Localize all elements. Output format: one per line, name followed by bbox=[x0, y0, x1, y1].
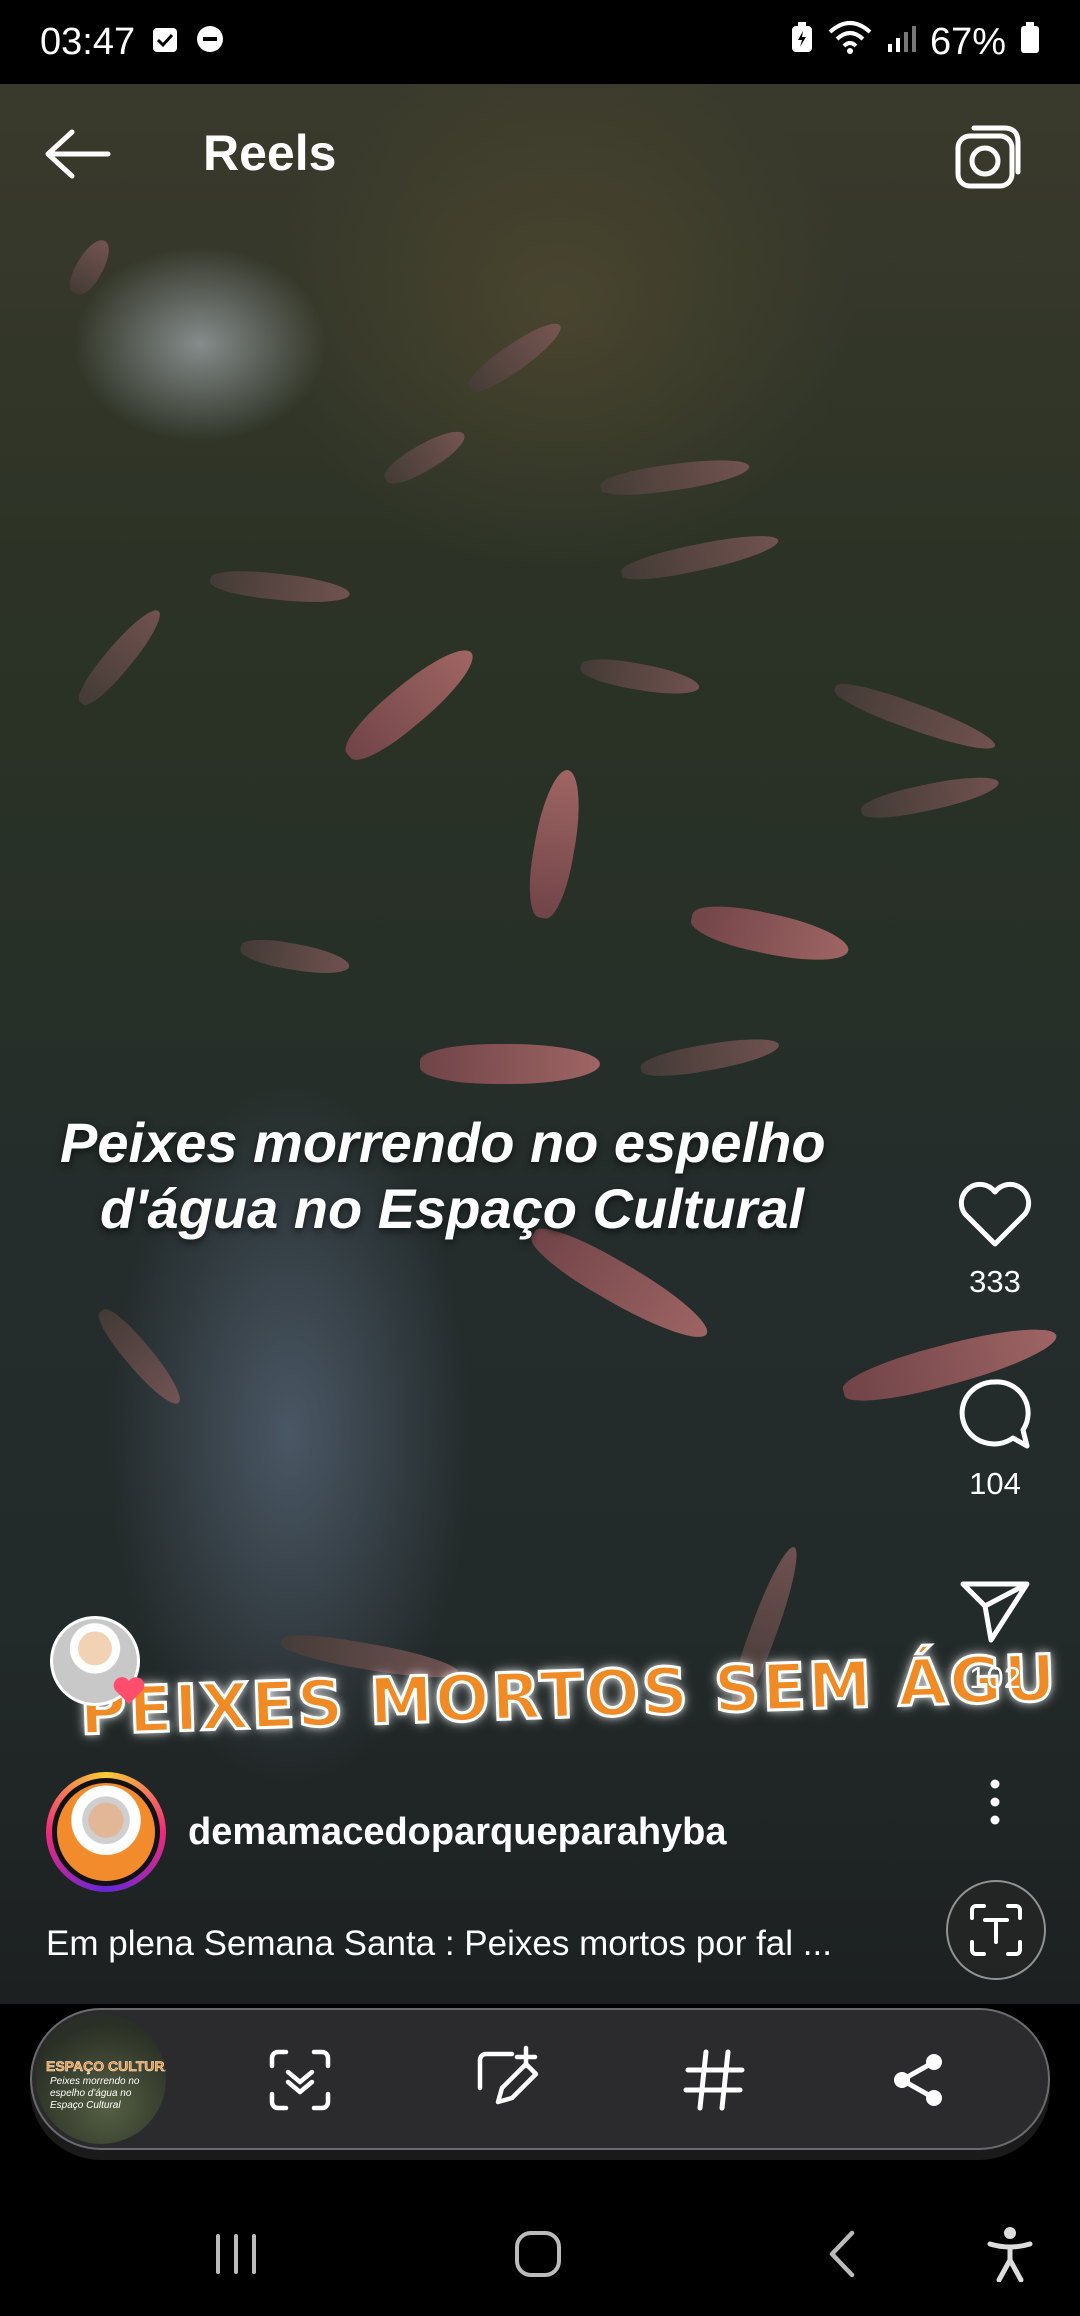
like-action[interactable]: 333 bbox=[940, 1180, 1050, 1300]
text-recognition-button[interactable] bbox=[946, 1880, 1046, 1980]
fish-shape bbox=[462, 314, 568, 400]
fish-shape bbox=[71, 602, 169, 712]
system-nav-bar bbox=[0, 2190, 1080, 2316]
comment-count: 104 bbox=[969, 1466, 1021, 1501]
fish-shape bbox=[687, 897, 853, 971]
comment-icon bbox=[959, 1379, 1031, 1449]
camera-button[interactable] bbox=[952, 122, 1024, 194]
camera-icon bbox=[955, 125, 1021, 189]
edit-button[interactable] bbox=[472, 2044, 544, 2116]
author-avatar bbox=[52, 1778, 160, 1886]
hashtag-icon bbox=[683, 2049, 745, 2111]
recents-button[interactable] bbox=[204, 2226, 268, 2282]
thumbnail-title: ESPAÇO CULTURAL bbox=[46, 2058, 166, 2075]
signal-icon bbox=[886, 21, 916, 64]
author-row[interactable]: demamacedoparqueparahyba bbox=[46, 1770, 926, 1894]
heart-badge-icon bbox=[112, 1676, 146, 1706]
recents-icon bbox=[216, 2234, 256, 2274]
battery-percent: 67% bbox=[929, 20, 1006, 63]
overlay-line-2: d'água no Espaço Cultural bbox=[100, 1177, 805, 1240]
share-action[interactable]: 102 bbox=[940, 1576, 1050, 1696]
fish-shape bbox=[63, 234, 117, 300]
fish-shape bbox=[598, 453, 752, 501]
overlay-line-1: Peixes morrendo no espelho bbox=[60, 1111, 826, 1174]
more-options-button[interactable] bbox=[978, 1778, 1012, 1828]
fish-shape bbox=[238, 934, 352, 980]
fish-shape bbox=[522, 766, 588, 922]
page-title: Reels bbox=[203, 125, 337, 181]
home-button[interactable] bbox=[506, 2226, 570, 2282]
share-icon bbox=[894, 2054, 942, 2106]
dnd-icon bbox=[195, 21, 225, 64]
floating-toolbar: ESPAÇO CULTURAL Peixes morrendo no espel… bbox=[30, 2008, 1050, 2150]
send-icon bbox=[960, 1581, 1030, 1643]
share-count: 102 bbox=[969, 1660, 1021, 1695]
fish-shape bbox=[379, 423, 471, 491]
fish-shape bbox=[209, 566, 351, 608]
scan-icon bbox=[269, 2049, 331, 2111]
heart-icon bbox=[958, 1181, 1032, 1247]
text-icon bbox=[970, 1904, 1022, 1956]
fish-shape bbox=[638, 1032, 782, 1082]
thumbnail-subtitle: Peixes morrendo no espelho d'água no Esp… bbox=[50, 2076, 140, 2111]
back-icon bbox=[829, 2230, 855, 2278]
fish-shape bbox=[335, 637, 485, 771]
more-icon bbox=[990, 1779, 1000, 1825]
reel-thumbnail[interactable]: ESPAÇO CULTURAL Peixes morrendo no espel… bbox=[36, 2014, 166, 2144]
fish-shape bbox=[830, 675, 1000, 759]
fish-shape bbox=[578, 653, 702, 701]
video-overlay-text: Peixes morrendo no espelho d'água no Esp… bbox=[60, 1110, 1020, 1242]
top-bar: Reels bbox=[0, 84, 1080, 224]
accessibility-button[interactable] bbox=[978, 2226, 1042, 2282]
author-username[interactable]: demamacedoparqueparahyba bbox=[188, 1811, 727, 1854]
status-time: 03:47 bbox=[40, 20, 136, 63]
fish-shape bbox=[420, 1044, 600, 1084]
like-count: 333 bbox=[969, 1264, 1021, 1299]
wifi-icon bbox=[828, 20, 872, 64]
home-icon bbox=[515, 2231, 561, 2277]
back-button[interactable] bbox=[42, 124, 112, 184]
fish-shape bbox=[858, 769, 1002, 825]
status-bar: 03:47 67% bbox=[0, 0, 1080, 84]
back-arrow-icon bbox=[45, 129, 111, 179]
checkbox-icon bbox=[151, 21, 179, 64]
share-button[interactable] bbox=[882, 2044, 954, 2116]
fish-shape bbox=[91, 1302, 189, 1412]
edit-icon bbox=[477, 2045, 539, 2105]
battery-saver-icon bbox=[790, 21, 814, 64]
battery-icon bbox=[1020, 21, 1040, 64]
reel-caption[interactable]: Em plena Semana Santa : Peixes mortos po… bbox=[46, 1924, 906, 1964]
accessibility-icon bbox=[987, 2227, 1033, 2282]
hashtag-button[interactable] bbox=[678, 2044, 750, 2116]
fish-shape bbox=[619, 527, 781, 587]
comment-action[interactable]: 104 bbox=[940, 1376, 1050, 1502]
author-avatar-ring[interactable] bbox=[46, 1772, 166, 1892]
scan-button[interactable] bbox=[264, 2044, 336, 2116]
nav-back-button[interactable] bbox=[810, 2226, 874, 2282]
